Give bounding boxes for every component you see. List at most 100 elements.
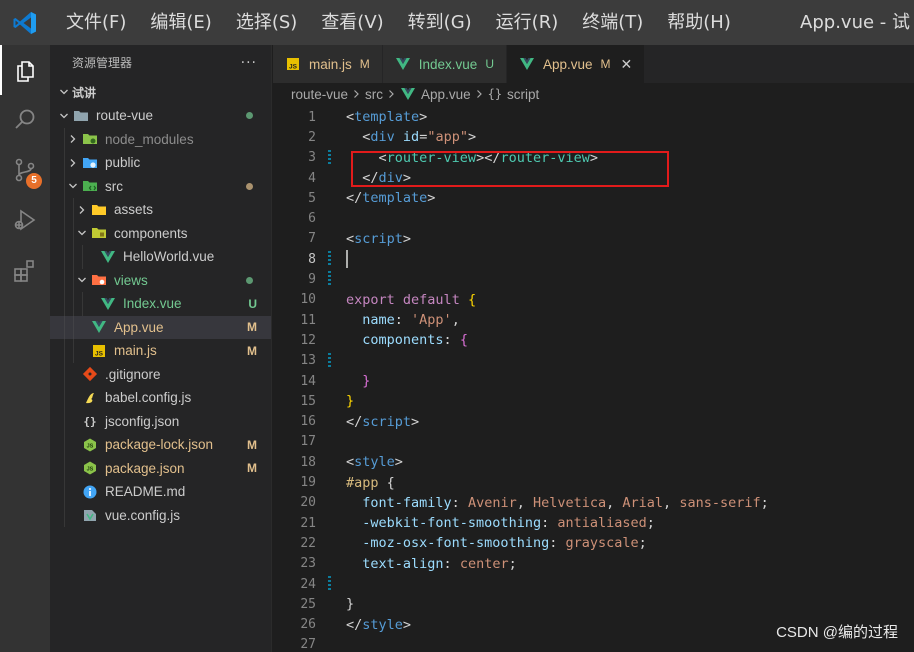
line-number: 25 [300,596,316,612]
code-line: 1 <template> [273,107,914,127]
tree-item-babel-config-js[interactable]: babel.config.js [50,386,271,410]
vscode-logo-icon [0,0,50,45]
tree-item-route-vue[interactable]: route-vue [50,104,271,128]
gutter [318,249,346,269]
indent-guide [64,362,65,386]
line-number: 19 [300,475,316,491]
code-line: 7 <script> [273,229,914,249]
chevron-right-icon [65,155,81,171]
line-number: 26 [300,617,316,633]
search-icon[interactable] [0,95,50,145]
menu-item[interactable]: 帮助(H) [655,0,743,45]
tree-item-package-lock-json[interactable]: JS package-lock.json M [50,433,271,457]
gutter [318,209,346,229]
indent-guide [64,198,65,222]
tree-item-label: main.js [114,343,157,359]
breadcrumb-item[interactable]: src [365,87,383,102]
tree-item-label: src [105,178,123,194]
code-line: 11 name: 'App', [273,310,914,330]
code-line: 21 -webkit-font-smoothing: antialiased; [273,513,914,533]
breadcrumb-item[interactable]: App.vue [400,86,471,102]
tree-item-vue-config-js[interactable]: vue.config.js [50,503,271,527]
code-line: 5 </template> [273,188,914,208]
run-debug-icon[interactable] [0,195,50,245]
scm-badge: 5 [26,173,42,189]
code-text: <template> [346,109,428,126]
code-text: -webkit-font-smoothing: antialiased; [362,515,655,532]
more-actions-icon[interactable]: ··· [241,55,257,71]
menu-item[interactable]: 终端(T) [570,0,655,45]
menu-item[interactable]: 运行(R) [484,0,571,45]
tree-item-public[interactable]: public [50,151,271,175]
gutter [318,330,346,350]
tree-item-readme-md[interactable]: README.md [50,480,271,504]
source-control-icon[interactable]: 5 [0,145,50,195]
tab-label: Index.vue [418,56,478,72]
npm-file-icon: JS [81,460,99,476]
src-folder-icon [81,178,99,194]
tree-item-label: node_modules [105,131,194,147]
tree-item-jsconfig-json[interactable]: {} jsconfig.json [50,409,271,433]
breadcrumb-item[interactable]: route-vue [291,87,348,102]
breadcrumb-label: src [365,86,384,102]
tree-item-node-modules[interactable]: node_modules [50,127,271,151]
tree-item-src[interactable]: src [50,174,271,198]
vue-file-icon [90,319,108,335]
gutter [318,615,346,635]
indent-guide [73,339,74,363]
menu-item[interactable]: 转到(G) [396,0,484,45]
folder-icon [72,108,90,124]
extensions-icon[interactable] [0,245,50,295]
tree-item-gitignore[interactable]: .gitignore [50,362,271,386]
gutter [318,148,346,168]
gutter [318,594,346,614]
activity-bar: 5 [0,45,50,652]
menu-item[interactable]: 编辑(E) [138,0,223,45]
code-text: name: 'App', [362,312,460,329]
watermark: CSDN @编的过程 [776,624,898,641]
indent-guide [64,151,65,175]
line-number: 27 [300,637,316,652]
line-number: 8 [308,251,316,267]
gutter [318,472,346,492]
tree-item-label: public [105,155,141,171]
line-number: 3 [308,150,316,166]
line-number: 14 [300,373,316,389]
line-number: 11 [300,312,316,328]
menu-item[interactable]: 查看(V) [309,0,395,45]
tab-index-vue[interactable]: Index.vue U [382,45,507,83]
tree-item-main-js[interactable]: JS main.js M [50,339,271,363]
breadcrumb-label: App.vue [421,86,471,102]
tree-item-helloworld-vue[interactable]: HelloWorld.vue [50,245,271,269]
tree-item-components[interactable]: components [50,221,271,245]
code-text: } [346,596,355,613]
code-line: 6 [273,209,914,229]
workspace-header[interactable]: 试讲 [50,80,271,104]
line-number: 22 [300,535,316,551]
tree-item-package-json[interactable]: JS package.json M [50,456,271,480]
menu-item[interactable]: 文件(F) [50,0,138,45]
code-editor[interactable]: 1 <template> 2 <div id="app"> 3 <router-vie… [273,105,914,652]
tree-item-assets[interactable]: assets [50,198,271,222]
modified-line-marker [328,352,331,369]
tab-app-vue[interactable]: App.vue M ✕ [506,45,646,83]
tree-item-index-vue[interactable]: Index.vue U [50,292,271,316]
git-status-dot [246,276,253,284]
menu-item[interactable]: 选择(S) [224,0,309,45]
gutter [318,168,346,188]
breadcrumb-item[interactable]: {} script [488,87,540,102]
close-icon[interactable]: ✕ [621,56,633,73]
code-text: </style> [346,616,412,633]
code-line: 25} [273,594,914,614]
indent-guide [64,339,65,363]
explorer-icon[interactable] [0,45,50,95]
tab-main-js[interactable]: JS main.js M [273,45,383,83]
tree-item-app-vue[interactable]: App.vue M [50,315,271,339]
svg-text:{}: {} [83,415,96,428]
window-title: App.vue - 试 [800,12,910,33]
chevron-down-icon [56,108,72,124]
indent-guide [73,198,74,222]
code-line: 16 </script> [273,412,914,432]
tree-item-views[interactable]: views [50,268,271,292]
